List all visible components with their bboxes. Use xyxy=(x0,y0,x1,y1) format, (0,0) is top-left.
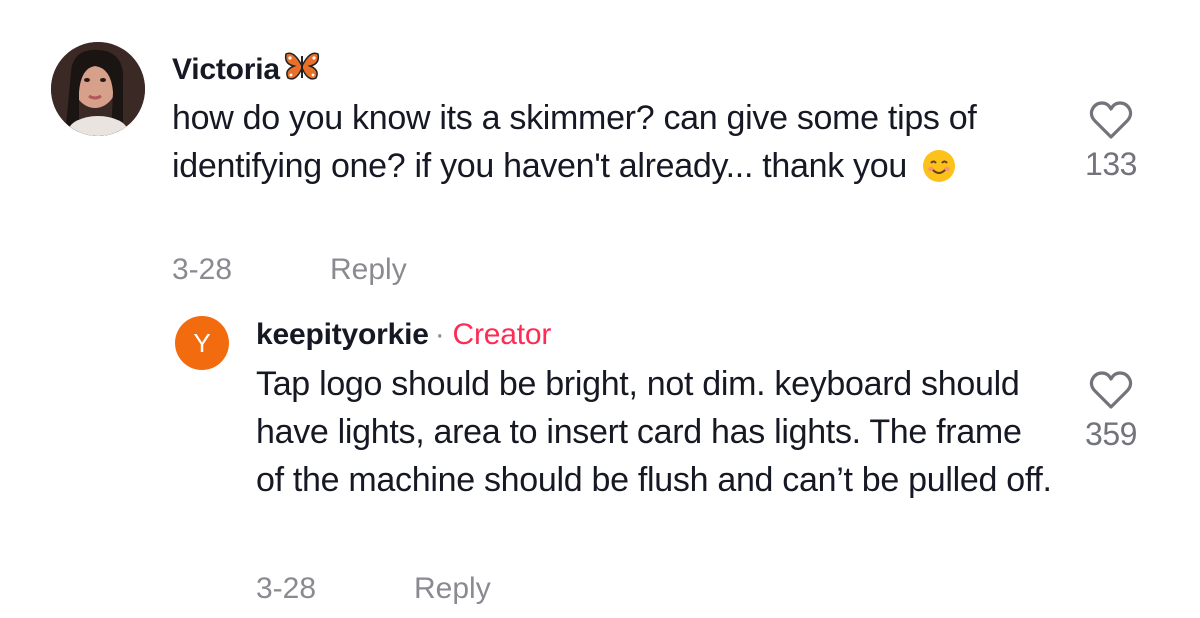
creator-badge: Creator xyxy=(452,318,552,351)
comment-text: how do you know its a skimmer? can give … xyxy=(172,94,1032,196)
reply-button[interactable]: Reply xyxy=(414,572,491,606)
comment-body: how do you know its a skimmer? can give … xyxy=(172,99,977,185)
heart-icon[interactable] xyxy=(1089,370,1133,410)
reply-text: Tap logo should be bright, not dim. keyb… xyxy=(256,365,1052,499)
reply-date: 3-28 xyxy=(256,572,317,605)
like-section: 359 xyxy=(1080,370,1142,453)
smiling-face-icon xyxy=(922,148,956,196)
comment-username[interactable]: Victoria xyxy=(172,50,320,90)
reply-button[interactable]: Reply xyxy=(330,253,407,287)
butterfly-icon xyxy=(284,50,320,90)
reply-username[interactable]: keepityorkie xyxy=(256,318,429,352)
heart-icon[interactable] xyxy=(1089,100,1133,140)
reply-username-row: keepityorkie · Creator xyxy=(256,318,551,352)
avatar-photo-icon xyxy=(51,42,145,136)
reply-avatar[interactable]: Y xyxy=(175,316,229,370)
username-text: Victoria xyxy=(172,53,280,86)
comment-date: 3-28 xyxy=(172,253,233,286)
like-count: 133 xyxy=(1085,146,1137,182)
separator-dot: · xyxy=(434,318,445,351)
like-section: 133 xyxy=(1080,100,1142,183)
user-avatar[interactable] xyxy=(51,42,145,136)
like-count: 359 xyxy=(1085,416,1137,452)
